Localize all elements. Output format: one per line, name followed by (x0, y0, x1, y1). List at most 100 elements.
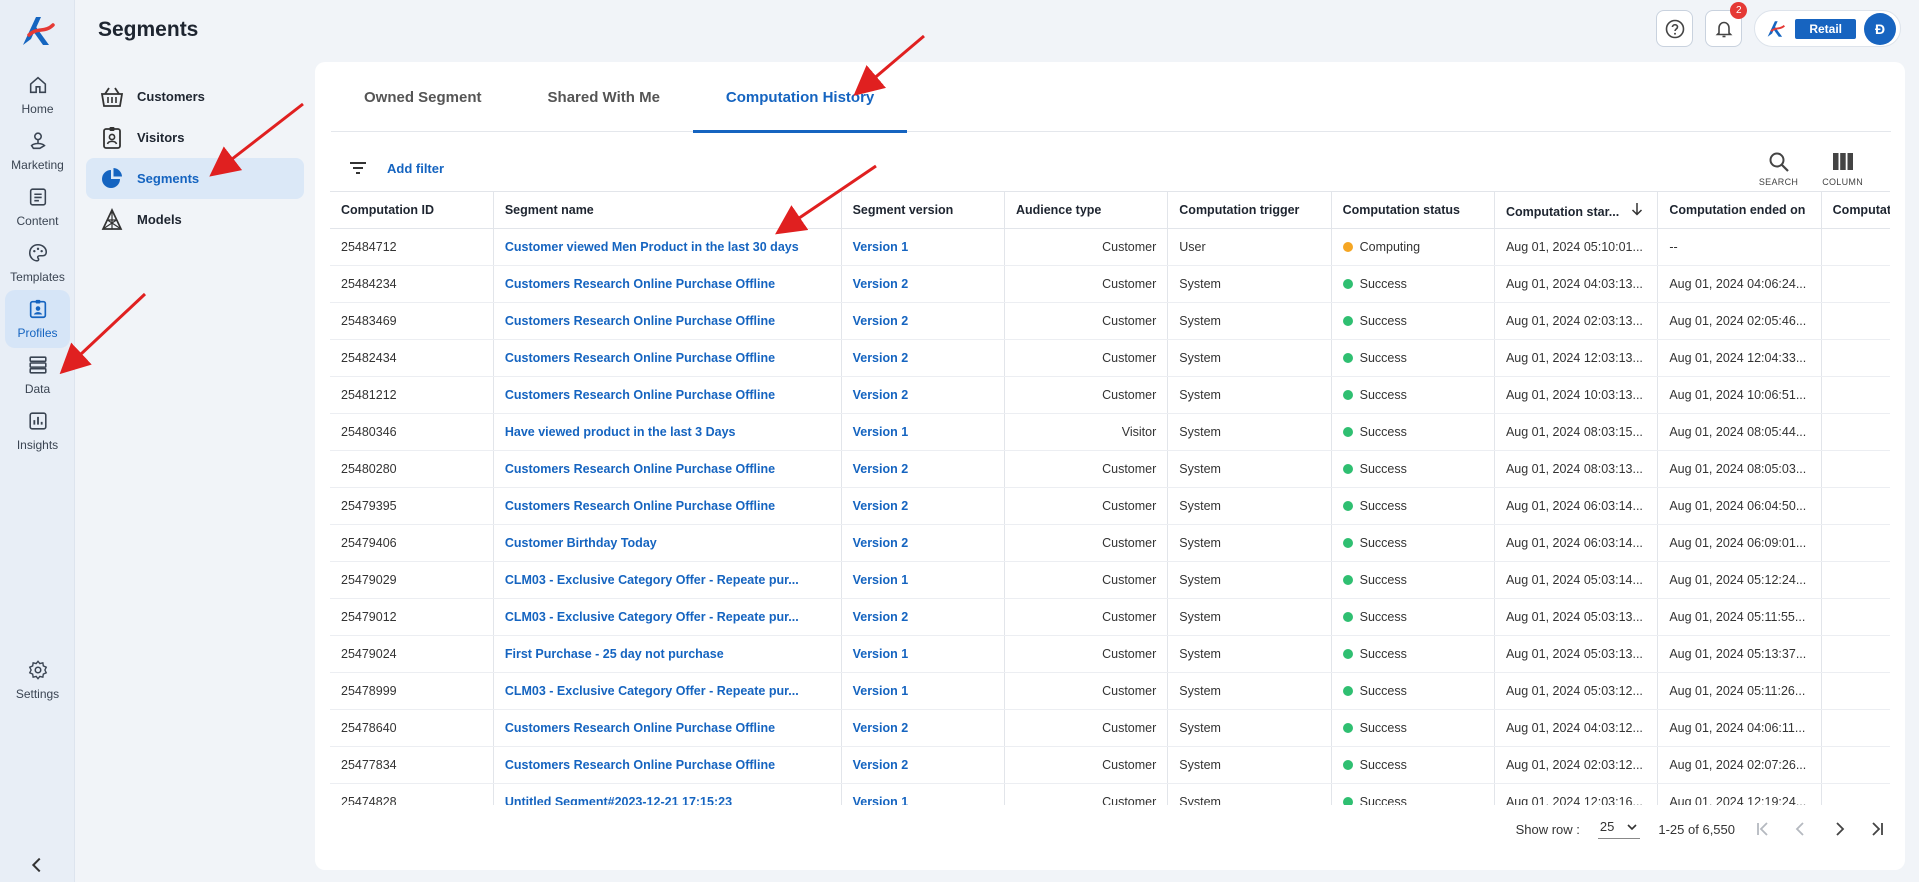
subnav-item-visitors[interactable]: Visitors (86, 117, 304, 158)
segment-version-link[interactable]: Version 2 (841, 302, 1005, 340)
table-row[interactable]: 25478999 CLM03 - Exclusive Category Offer… (330, 672, 1890, 710)
last-page-icon[interactable] (1867, 820, 1887, 838)
table-row[interactable]: 25479395 Customers Research Online Purcha… (330, 487, 1890, 525)
page-title: Segments (98, 18, 199, 41)
computation-id-cell: 25479012 (330, 598, 494, 636)
rail-item-insights[interactable]: Insights (5, 402, 70, 460)
filter-icon[interactable] (347, 157, 369, 179)
subnav-item-segments[interactable]: Segments (86, 158, 304, 199)
column-header[interactable]: Computation star... (1494, 191, 1659, 229)
audience-type-cell: Visitor (1004, 413, 1169, 451)
segment-name-link[interactable]: Customers Research Online Purchase Offli… (493, 450, 842, 488)
segment-name-link[interactable]: Customers Research Online Purchase Offli… (493, 376, 842, 414)
rail-item-marketing[interactable]: Marketing (5, 122, 70, 180)
subnav-item-label: Customers (137, 89, 205, 104)
status-dot (1342, 316, 1353, 326)
extra-cell (1821, 339, 1890, 377)
notifications-button[interactable]: 2 (1705, 2, 1748, 47)
segment-version-link[interactable]: Version 1 (841, 672, 1005, 710)
table-row[interactable]: 25483469 Customers Research Online Purcha… (330, 302, 1890, 340)
table-row[interactable]: 25479012 CLM03 - Exclusive Category Offer… (330, 598, 1890, 636)
table-row[interactable]: 25477834 Customers Research Online Purcha… (330, 746, 1890, 784)
sort-desc-icon[interactable] (1631, 202, 1643, 216)
avatar[interactable]: Đ (1864, 12, 1896, 45)
rows-per-page-select[interactable]: 25 (1597, 819, 1641, 839)
rail-item-content[interactable]: Content (5, 178, 70, 236)
help-button[interactable] (1656, 10, 1694, 47)
segment-name-link[interactable]: Customer viewed Men Product in the last … (493, 228, 842, 266)
table-row[interactable]: 25474828 Untitled Segment#2023-12-21 17:1… (330, 783, 1890, 805)
segment-name-link[interactable]: Untitled Segment#2023-12-21 17:15:23 (493, 783, 842, 805)
segment-name-link[interactable]: CLM03 - Exclusive Category Offer - Repea… (493, 598, 842, 636)
segment-name-link[interactable]: Customers Research Online Purchase Offli… (493, 265, 842, 303)
chevron-down-icon (1627, 823, 1637, 830)
segment-version-link[interactable]: Version 2 (841, 598, 1005, 636)
segment-version-link[interactable]: Version 2 (841, 450, 1005, 488)
segment-version-link[interactable]: Version 2 (841, 265, 1005, 303)
segment-name-link[interactable]: Customers Research Online Purchase Offli… (493, 746, 842, 784)
segment-name-link[interactable]: Customers Research Online Purchase Offli… (493, 339, 842, 377)
segment-version-link[interactable]: Version 1 (841, 413, 1005, 451)
segment-name-link[interactable]: Customer Birthday Today (493, 524, 842, 562)
add-filter-button[interactable]: Add filter (387, 161, 444, 176)
rail-item-data[interactable]: Data (5, 346, 70, 404)
table-row[interactable]: 25479024 First Purchase - 25 day not purc… (330, 635, 1890, 673)
column-header[interactable]: Computation ID (330, 191, 494, 229)
segment-version-link[interactable]: Version 2 (841, 524, 1005, 562)
workspace-switcher[interactable]: Retail Đ (1754, 10, 1901, 47)
column-header[interactable]: Segment version (841, 191, 1005, 229)
column-header[interactable]: Computati (1821, 191, 1890, 229)
computation-id-cell: 25481212 (330, 376, 494, 414)
column-header[interactable]: Computation status (1331, 191, 1495, 229)
segment-name-link[interactable]: CLM03 - Exclusive Category Offer - Repea… (493, 561, 842, 599)
next-page-icon[interactable] (1829, 820, 1849, 838)
table-row[interactable]: 25479406 Customer Birthday Today Version 2… (330, 524, 1890, 562)
brand-logo[interactable] (19, 13, 57, 49)
tab-owned-segment[interactable]: Owned Segment (331, 62, 515, 132)
segment-version-link[interactable]: Version 1 (841, 561, 1005, 599)
tab-shared-with-me[interactable]: Shared With Me (515, 62, 693, 132)
segment-name-link[interactable]: Customers Research Online Purchase Offli… (493, 302, 842, 340)
table-row[interactable]: 25479029 CLM03 - Exclusive Category Offer… (330, 561, 1890, 599)
subnav-item-models[interactable]: Models (86, 199, 304, 240)
segment-version-link[interactable]: Version 2 (841, 487, 1005, 525)
segment-name-link[interactable]: CLM03 - Exclusive Category Offer - Repea… (493, 672, 842, 710)
column-header[interactable]: Computation trigger (1167, 191, 1332, 229)
rail-item-templates[interactable]: Templates (5, 234, 70, 292)
collapse-sidebar-icon[interactable] (26, 854, 48, 876)
segment-version-link[interactable]: Version 1 (841, 635, 1005, 673)
table-row[interactable]: 25482434 Customers Research Online Purcha… (330, 339, 1890, 377)
column-header[interactable]: Computation ended on (1657, 191, 1822, 229)
status-cell: Success (1331, 339, 1495, 377)
table-row[interactable]: 25480346 Have viewed product in the last … (330, 413, 1890, 451)
table-row[interactable]: 25478640 Customers Research Online Purcha… (330, 709, 1890, 747)
tab-computation-history[interactable]: Computation History (692, 62, 908, 133)
trigger-cell: System (1167, 487, 1332, 525)
segment-version-link[interactable]: Version 1 (841, 228, 1005, 266)
table-row[interactable]: 25481212 Customers Research Online Purcha… (330, 376, 1890, 414)
segment-version-link[interactable]: Version 2 (841, 709, 1005, 747)
segment-name-link[interactable]: Have viewed product in the last 3 Days (493, 413, 842, 451)
subnav-item-customers[interactable]: Customers (86, 76, 304, 117)
segment-name-link[interactable]: Customers Research Online Purchase Offli… (493, 487, 842, 525)
segment-name-link[interactable]: Customers Research Online Purchase Offli… (493, 709, 842, 747)
segment-version-link[interactable]: Version 2 (841, 376, 1005, 414)
rail-item-home[interactable]: Home (5, 66, 70, 124)
segment-version-link[interactable]: Version 2 (841, 746, 1005, 784)
column-header[interactable]: Audience type (1004, 191, 1169, 229)
segment-version-link[interactable]: Version 2 (841, 339, 1005, 377)
column-header[interactable]: Segment name (493, 191, 842, 229)
prev-page-icon[interactable] (1791, 820, 1811, 838)
table-row[interactable]: 25480280 Customers Research Online Purcha… (330, 450, 1890, 488)
search-button[interactable]: SEARCH (1759, 150, 1798, 187)
table-row[interactable]: 25484712 Customer viewed Men Product in t… (330, 228, 1890, 266)
computation-history-table-wrap[interactable]: Computation ID Segment name Segment versio… (330, 191, 1890, 805)
first-page-icon[interactable] (1753, 820, 1773, 838)
rail-item-profiles[interactable]: Profiles (5, 290, 70, 348)
column-button[interactable]: COLUMN (1822, 150, 1863, 187)
rail-item-settings[interactable]: Settings (5, 651, 70, 709)
segment-version-link[interactable]: Version 1 (841, 783, 1005, 805)
extra-cell (1821, 487, 1890, 525)
table-row[interactable]: 25484234 Customers Research Online Purcha… (330, 265, 1890, 303)
segment-name-link[interactable]: First Purchase - 25 day not purchase (493, 635, 842, 673)
